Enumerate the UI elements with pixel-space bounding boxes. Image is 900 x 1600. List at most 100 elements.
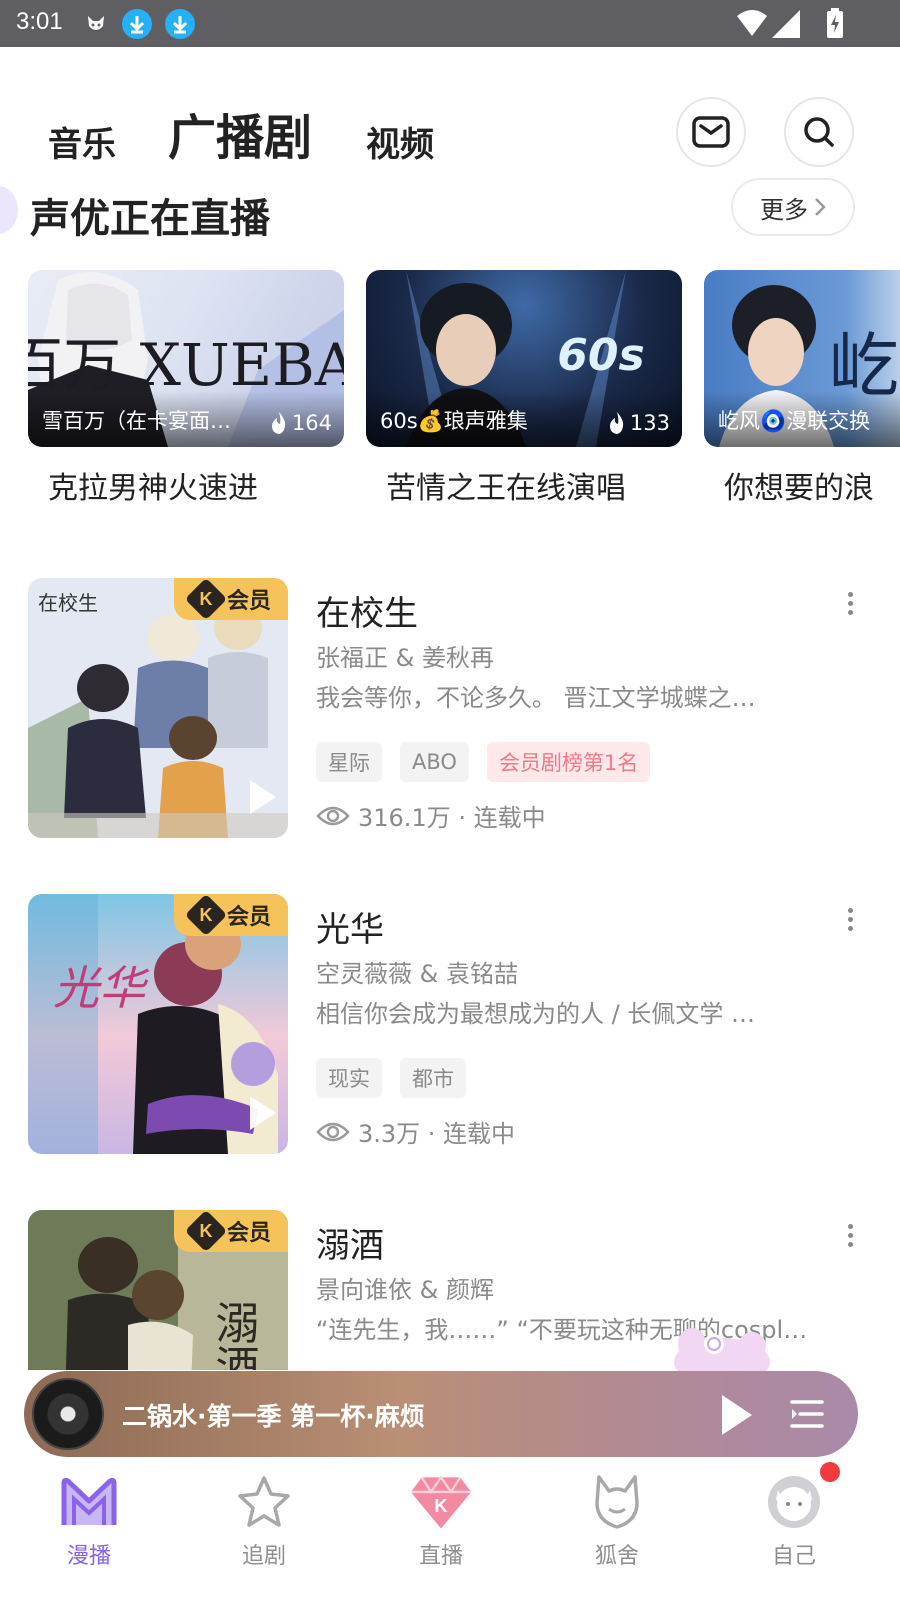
mascot-decoration xyxy=(674,1328,770,1378)
more-options-icon[interactable] xyxy=(846,1224,854,1247)
nav-me[interactable]: 自己 xyxy=(734,1458,854,1600)
live-card-row: 雪百万 XUEBAIWAN 雪百万（在卡宴面… 164 克拉男神火速进 60s … xyxy=(0,270,900,520)
notification-dot xyxy=(820,1462,840,1482)
battery-charging-icon xyxy=(827,8,843,38)
drama-title: 在校生 xyxy=(316,594,418,634)
nav-fox-den-label: 狐舍 xyxy=(594,1544,639,1569)
live-heat-count: 133 xyxy=(629,411,670,435)
live-card-desc: 你想要的浪 xyxy=(724,471,874,506)
bottom-nav: 漫播 追剧 K 直播 狐舍 自己 xyxy=(0,1458,900,1600)
album-disc-icon[interactable] xyxy=(32,1378,104,1450)
vip-badge: K 会员 xyxy=(174,1210,288,1253)
search-icon xyxy=(804,117,834,147)
avatar xyxy=(762,1470,826,1534)
mail-icon xyxy=(692,116,730,148)
flame-icon xyxy=(609,412,624,434)
manbo-logo-icon xyxy=(57,1470,121,1534)
vip-label: 会员 xyxy=(226,1221,271,1246)
vip-k-icon: K xyxy=(184,578,228,621)
drama-tags: 星际 ABO 会员剧榜第1名 xyxy=(316,742,651,782)
more-options-icon[interactable] xyxy=(846,908,854,931)
more-label: 更多 xyxy=(760,195,808,224)
vip-badge: K 会员 xyxy=(174,894,288,937)
fox-icon xyxy=(585,1470,649,1534)
fox-app-icon xyxy=(88,16,104,30)
live-thumbnail: 60s 60s💰琅声雅集 133 xyxy=(366,270,682,447)
drama-cover: 光华 K 会员 xyxy=(28,894,288,1154)
drama-cover: 溺酒 K 会员 xyxy=(28,1210,288,1370)
star-icon xyxy=(232,1470,296,1534)
rank-tag[interactable]: 会员剧榜第1名 xyxy=(486,742,651,782)
nav-home[interactable]: 漫播 xyxy=(29,1458,149,1600)
drama-cover: 在校生 K 会员 xyxy=(28,578,288,838)
mini-player[interactable]: 二锅水·第一季 第一杯·麻烦 xyxy=(24,1371,858,1457)
eye-icon xyxy=(316,1122,350,1141)
live-thumbnail: 雪百万 XUEBAIWAN 雪百万（在卡宴面… 164 xyxy=(28,270,344,447)
drama-stats: 316.1万 · 连载中 xyxy=(316,798,546,833)
drama-cast: 景向谁依 & 颜辉 xyxy=(316,1276,494,1304)
search-button[interactable] xyxy=(784,97,854,167)
live-section-title: 声优正在直播 xyxy=(30,196,270,242)
vip-label: 会员 xyxy=(226,905,271,930)
play-icon[interactable] xyxy=(722,1395,752,1435)
play-icon[interactable] xyxy=(250,1096,276,1130)
vip-k-icon: K xyxy=(184,1210,228,1253)
tab-music[interactable]: 音乐 xyxy=(48,117,116,166)
live-card[interactable]: 雪百万 XUEBAIWAN 雪百万（在卡宴面… 164 克拉男神火速进 xyxy=(28,270,344,507)
download-icon xyxy=(122,9,152,39)
live-streamer-name: 60s💰琅声雅集 xyxy=(380,409,528,433)
nav-follow[interactable]: 追剧 xyxy=(204,1458,324,1600)
nav-fox-den[interactable]: 狐舍 xyxy=(557,1458,677,1600)
live-cover-text: 60s xyxy=(557,330,644,381)
drama-cover-title: 光华 xyxy=(53,961,150,1015)
more-button[interactable]: 更多 xyxy=(731,178,855,236)
nav-me-label: 自己 xyxy=(771,1544,816,1569)
live-streamer-name: 雪百万（在卡宴面… xyxy=(42,409,231,433)
vip-label: 会员 xyxy=(226,589,271,614)
live-heat-count: 164 xyxy=(291,411,332,435)
live-card[interactable]: 60s 60s💰琅声雅集 133 苦情之王在线演唱 xyxy=(366,270,682,507)
eye-icon xyxy=(316,806,350,825)
tab-video[interactable]: 视频 xyxy=(366,117,434,166)
live-heat: 164 xyxy=(270,411,332,435)
more-options-icon[interactable] xyxy=(846,592,854,615)
drama-item[interactable]: 在校生 K 会员 在校生 张福正 & 姜秋再 我会等你，不论多久。 晋江文学城蝶… xyxy=(0,578,900,838)
status-time: 3:01 xyxy=(16,8,63,35)
vip-k-icon: K xyxy=(184,894,228,937)
live-card[interactable]: 屹 屹风🧿漫联交换 你想要的浪 xyxy=(704,270,900,507)
signal-icon xyxy=(772,10,800,38)
drama-title: 光华 xyxy=(316,910,384,950)
playlist-icon[interactable] xyxy=(790,1398,824,1430)
live-card-desc: 克拉男神火速进 xyxy=(48,471,258,506)
nav-follow-label: 追剧 xyxy=(241,1544,286,1569)
diamond-k-icon: K xyxy=(409,1470,473,1534)
live-heat: 133 xyxy=(608,411,670,435)
mail-button[interactable] xyxy=(676,97,746,167)
play-icon[interactable] xyxy=(250,780,276,814)
drama-cover-title: 溺酒 xyxy=(208,1300,259,1370)
drama-views: 316.1万 · 连载中 xyxy=(358,804,546,832)
drama-cast: 张福正 & 姜秋再 xyxy=(316,644,494,672)
status-bar: 3:01 xyxy=(0,0,900,47)
drama-title: 溺酒 xyxy=(316,1226,384,1266)
drama-stats: 3.3万 · 连载中 xyxy=(316,1114,515,1149)
flame-icon xyxy=(271,412,286,434)
live-card-desc: 苦情之王在线演唱 xyxy=(386,471,626,506)
tag[interactable]: ABO xyxy=(400,742,469,782)
svg-text:K: K xyxy=(434,1495,448,1516)
drama-item[interactable]: 光华 K 会员 光华 空灵薇薇 & 袁铭喆 相信你会成为最想成为的人 / 长佩文… xyxy=(0,894,900,1154)
tab-radio-drama[interactable]: 广播剧 xyxy=(168,98,312,168)
tag[interactable]: 都市 xyxy=(400,1058,466,1098)
section-decoration xyxy=(0,186,18,234)
download-icon xyxy=(165,9,195,39)
drama-description: 相信你会成为最想成为的人 / 长佩文学 … xyxy=(316,1000,755,1028)
nav-live[interactable]: K 直播 xyxy=(381,1458,501,1600)
drama-cover-title: 在校生 xyxy=(38,591,98,615)
now-playing-title: 二锅水·第一季 第一杯·麻烦 xyxy=(122,1402,425,1431)
tag[interactable]: 星际 xyxy=(316,742,382,782)
drama-cast: 空灵薇薇 & 袁铭喆 xyxy=(316,960,518,988)
nav-live-label: 直播 xyxy=(418,1544,463,1569)
tag[interactable]: 现实 xyxy=(316,1058,382,1098)
drama-tags: 现实 都市 xyxy=(316,1058,466,1098)
chevron-right-icon xyxy=(815,198,826,216)
